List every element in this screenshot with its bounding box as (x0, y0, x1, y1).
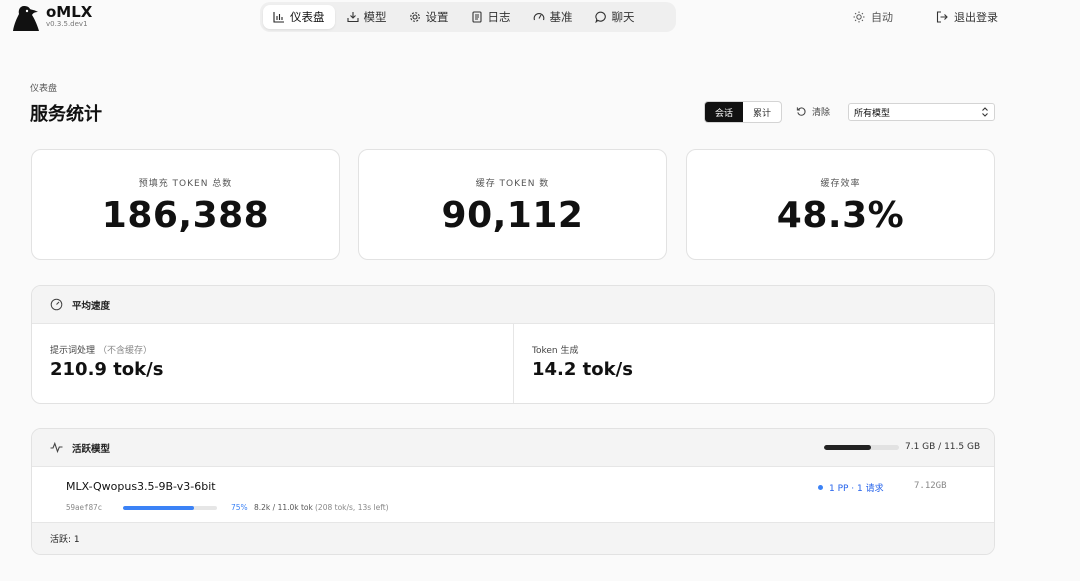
stat-card-prefill: 预填充 TOKEN 总数 186,388 (31, 149, 340, 260)
stat-value: 48.3% (776, 195, 905, 236)
speed-body: 提示词处理 （不含缓存） 210.9 tok/s Token 生成 14.2 to… (32, 324, 994, 403)
prompt-speed-cell: 提示词处理 （不含缓存） 210.9 tok/s (32, 324, 513, 403)
activity-icon (50, 441, 63, 454)
nav-chat-label: 聊天 (611, 10, 635, 24)
speed-panel: 平均速度 提示词处理 （不含缓存） 210.9 tok/s Token 生成 14… (31, 285, 995, 404)
stat-card-cached: 缓存 TOKEN 数 90,112 (358, 149, 667, 260)
stat-value: 90,112 (441, 195, 584, 236)
prompt-speed-label-text: 提示词处理 (50, 346, 96, 356)
brand-name: oMLX (46, 3, 93, 21)
prefill-progress-fill (123, 506, 194, 510)
bar-chart-icon (273, 12, 284, 23)
nav-settings-label: 设置 (425, 10, 449, 24)
memory-bar-fill (824, 445, 871, 450)
generation-speed-value: 14.2 tok/s (532, 359, 633, 380)
progress-percent: 75% (231, 503, 248, 512)
brand-version: v0.3.5.dev1 (46, 20, 88, 28)
list-item[interactable]: MLX-Qwopus3.5-9B-v3-6bit 59aef87c 75% 8.… (32, 467, 994, 523)
stat-label: 预填充 TOKEN 总数 (138, 179, 233, 189)
reset-icon (796, 107, 806, 116)
active-models-footer: 活跃: 1 (32, 523, 994, 554)
reset-label: 清除 (812, 108, 831, 118)
nav-dashboard-label: 仪表盘 (290, 10, 325, 24)
theme-label: 自动 (871, 11, 893, 24)
theme-toggle-button[interactable]: 自动 (853, 9, 893, 25)
logout-label: 退出登录 (954, 11, 998, 24)
chat-icon (594, 11, 606, 23)
prompt-speed-note: （不含缓存） (98, 346, 153, 356)
prompt-speed-label: 提示词处理 （不含缓存） (50, 343, 152, 356)
logout-icon (936, 11, 948, 23)
gear-icon (409, 12, 420, 22)
download-icon (346, 12, 359, 23)
status-dot (818, 485, 823, 490)
nav-dashboard[interactable]: 仪表盘 (263, 5, 335, 29)
memory-bar (824, 445, 899, 450)
progress-rate: (208 tok/s, 13s left) (315, 503, 389, 512)
generation-speed-cell: Token 生成 14.2 tok/s (514, 324, 994, 403)
nav-benchmark-label: 基准 (549, 10, 573, 24)
active-models-title: 活跃模型 (72, 443, 111, 455)
reset-button[interactable]: 清除 (796, 105, 830, 118)
gauge-icon (533, 13, 544, 21)
nav-settings[interactable]: 设置 (399, 5, 459, 29)
sun-icon (853, 11, 865, 23)
memory-usage-text: 7.1 GB / 11.5 GB (905, 442, 981, 452)
nav-benchmark[interactable]: 基准 (523, 5, 583, 29)
speed-panel-header: 平均速度 (32, 286, 994, 324)
model-status-text: 1 PP · 1 请求 (829, 484, 884, 494)
logout-button[interactable]: 退出登录 (936, 9, 998, 25)
active-models-header: 活跃模型 7.1 GB / 11.5 GB (32, 429, 994, 467)
nav-chat[interactable]: 聊天 (585, 5, 645, 29)
stat-card-cache-efficiency: 缓存效率 48.3% (686, 149, 995, 260)
model-status-badge: 1 PP · 1 请求 (818, 481, 884, 494)
model-filter-select[interactable]: 所有模型 (848, 103, 995, 121)
nav-logs[interactable]: 日志 (461, 5, 521, 29)
penguin-logo-icon (13, 6, 39, 31)
generation-speed-label: Token 生成 (532, 346, 579, 356)
model-filter-value: 所有模型 (854, 108, 891, 119)
prefill-progress-bar (123, 506, 217, 510)
stat-label: 缓存 TOKEN 数 (475, 179, 550, 189)
scope-toggle: 会话 累计 (704, 101, 782, 123)
gauge-icon (50, 298, 63, 311)
nav-models[interactable]: 模型 (337, 5, 397, 29)
model-hash: 59aef87c (66, 503, 103, 512)
active-models-panel: 活跃模型 7.1 GB / 11.5 GB MLX-Qwopus3.5-9B-v… (31, 428, 995, 555)
prompt-speed-value: 210.9 tok/s (50, 359, 164, 380)
log-icon (471, 11, 482, 23)
stat-label: 缓存效率 (820, 179, 861, 189)
speed-panel-title: 平均速度 (72, 300, 111, 312)
chevron-updown-icon (982, 107, 988, 117)
page-title: 服务统计 (30, 104, 102, 125)
model-size: 7.12GB (914, 481, 947, 491)
progress-tokens: 8.2k / 11.0k tok (254, 503, 313, 512)
brand: oMLX v0.3.5.dev1 (46, 4, 92, 29)
tab-cumulative[interactable]: 累计 (743, 102, 781, 122)
nav-logs-label: 日志 (487, 10, 511, 24)
stat-value: 186,388 (101, 195, 270, 236)
main-nav: 仪表盘 模型 设置 日志 基准 聊天 (260, 2, 676, 32)
breadcrumb: 仪表盘 (30, 84, 58, 94)
nav-models-label: 模型 (363, 10, 387, 24)
model-name: MLX-Qwopus3.5-9B-v3-6bit (66, 480, 216, 493)
tab-session[interactable]: 会话 (705, 102, 743, 122)
top-bar: oMLX v0.3.5.dev1 仪表盘 模型 设置 日志 基准 聊天 自动 退… (0, 0, 1080, 36)
